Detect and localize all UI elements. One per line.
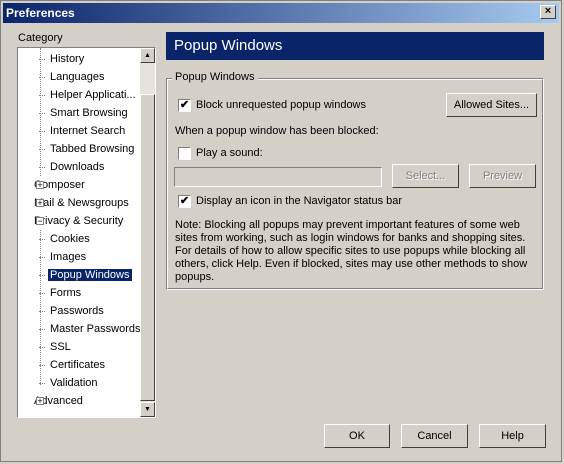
tree-item[interactable]: Master Passwords bbox=[39, 320, 142, 338]
tree-item-label: Passwords bbox=[50, 305, 104, 317]
close-button[interactable]: × bbox=[540, 5, 556, 19]
tree-item[interactable]: SSL bbox=[39, 338, 73, 356]
help-button[interactable]: Help bbox=[479, 424, 546, 448]
panel-title: Popup Windows bbox=[166, 32, 544, 60]
block-popups-checkbox[interactable]: ✔ bbox=[178, 99, 191, 112]
play-sound-checkbox[interactable] bbox=[178, 147, 191, 160]
tree-item[interactable]: Popup Windows bbox=[39, 266, 132, 284]
tree-item[interactable]: Internet Search bbox=[39, 122, 127, 140]
tree-item[interactable]: Passwords bbox=[39, 302, 106, 320]
tree-item[interactable]: Validation bbox=[39, 374, 100, 392]
tree-item-label: Privacy & Security bbox=[34, 215, 124, 227]
allowed-sites-button[interactable]: Allowed Sites... bbox=[446, 93, 537, 117]
when-blocked-label: When a popup window has been blocked: bbox=[175, 125, 379, 137]
display-icon-checkbox[interactable]: ✔ bbox=[178, 195, 191, 208]
note-line: Note: Blocking all popups may prevent im… bbox=[175, 219, 520, 231]
tree-item-label: Popup Windows bbox=[48, 269, 132, 281]
note-line: sites from working, such as login window… bbox=[175, 232, 526, 244]
tree-item-label: Validation bbox=[50, 377, 98, 389]
category-tree[interactable]: + Advanced Validation Certificates SSL Master… bbox=[17, 47, 156, 418]
preview-button[interactable]: Preview bbox=[469, 164, 536, 188]
ok-button[interactable]: OK bbox=[324, 424, 390, 448]
tree-item[interactable]: Cookies bbox=[39, 230, 92, 248]
tree-item-label: History bbox=[50, 53, 85, 65]
tree-item[interactable]: Images bbox=[39, 248, 88, 266]
collapse-icon[interactable]: − bbox=[36, 217, 44, 226]
tree-scrollbar[interactable]: ▲ ▼ bbox=[140, 48, 155, 417]
tree-item[interactable]: Tabbed Browsing bbox=[39, 140, 136, 158]
select-button[interactable]: Select... bbox=[392, 164, 459, 188]
sound-path-input[interactable] bbox=[174, 167, 382, 187]
close-icon: × bbox=[544, 5, 552, 17]
window-title: Preferences bbox=[6, 6, 75, 20]
note-line: others, click Help. Even if blocked, sit… bbox=[175, 258, 528, 270]
block-popups-label[interactable]: Block unrequested popup windows bbox=[196, 99, 366, 111]
tree-item-label: SSL bbox=[50, 341, 71, 353]
tree-item[interactable]: Languages bbox=[39, 68, 106, 86]
tree-item[interactable]: Downloads bbox=[39, 158, 106, 176]
tree-item-label: Helper Applicati... bbox=[50, 89, 136, 101]
scroll-thumb[interactable] bbox=[140, 94, 155, 401]
tree-item[interactable]: Smart Browsing bbox=[39, 104, 130, 122]
tree-item[interactable]: + Composer bbox=[32, 176, 87, 194]
note-line: popups. bbox=[175, 271, 215, 283]
title-bar: Preferences × bbox=[3, 3, 559, 23]
arrow-down-icon: ▼ bbox=[144, 406, 151, 413]
tree-item-label: Cookies bbox=[50, 233, 90, 245]
tree-item-label: Master Passwords bbox=[50, 323, 141, 335]
tree-item-label: Tabbed Browsing bbox=[50, 143, 135, 155]
expand-icon[interactable]: + bbox=[36, 397, 44, 406]
display-icon-label[interactable]: Display an icon in the Navigator status … bbox=[196, 195, 402, 207]
expand-icon[interactable]: + bbox=[36, 199, 44, 208]
arrow-up-icon: ▲ bbox=[144, 52, 151, 59]
tree-item-label: Mail & Newsgroups bbox=[34, 197, 129, 209]
tree-item-label: Languages bbox=[50, 71, 105, 83]
expand-icon[interactable]: + bbox=[36, 181, 44, 190]
tree-item-label: Images bbox=[50, 251, 87, 263]
tree-item[interactable]: History bbox=[39, 50, 86, 68]
tree-item[interactable]: − Privacy & Security bbox=[32, 212, 125, 230]
group-title: Popup Windows bbox=[172, 71, 258, 83]
category-label: Category bbox=[18, 32, 63, 44]
tree-item[interactable]: Forms bbox=[39, 284, 83, 302]
scroll-up-button[interactable]: ▲ bbox=[140, 48, 155, 63]
check-icon: ✔ bbox=[179, 99, 190, 111]
tree-guide-line bbox=[40, 48, 41, 176]
tree-item[interactable]: Certificates bbox=[39, 356, 107, 374]
tree-item[interactable]: + Mail & Newsgroups bbox=[32, 194, 131, 212]
tree-item[interactable]: Helper Applicati... bbox=[39, 86, 138, 104]
scroll-down-button[interactable]: ▼ bbox=[140, 402, 155, 417]
tree-guide-line bbox=[40, 230, 41, 385]
note-text: Note: Blocking all popups may prevent im… bbox=[175, 219, 540, 284]
tree-item[interactable]: + Advanced bbox=[32, 392, 85, 410]
tree-item-label: Certificates bbox=[50, 359, 106, 371]
tree-item-label: Internet Search bbox=[50, 125, 126, 137]
check-icon: ✔ bbox=[179, 195, 190, 207]
note-line: For details of how to allow specific sit… bbox=[175, 245, 526, 257]
tree-item-label: Downloads bbox=[50, 161, 105, 173]
tree-item-label: Smart Browsing bbox=[50, 107, 128, 119]
tree-item-label: Forms bbox=[50, 287, 82, 299]
play-sound-label[interactable]: Play a sound: bbox=[196, 147, 263, 159]
cancel-button[interactable]: Cancel bbox=[401, 424, 468, 448]
